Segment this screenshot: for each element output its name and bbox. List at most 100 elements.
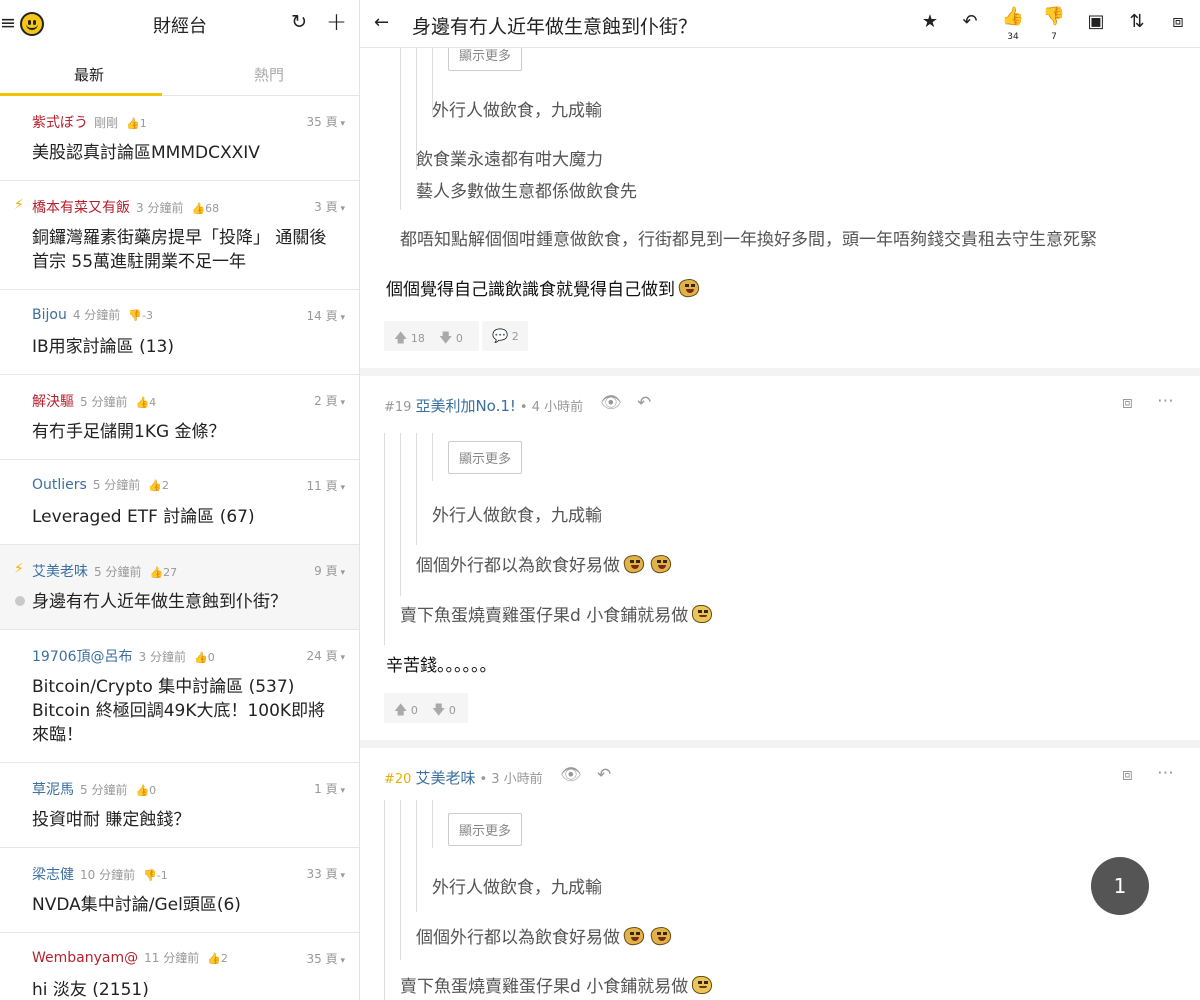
- thread-item[interactable]: ⚡ 橋本有菜又有飯 3 分鐘前 👍68 3 頁 銅鑼灣羅素街藥房提早「投降」 通關後…: [0, 181, 359, 290]
- thread-author[interactable]: 橋本有菜又有飯: [32, 200, 130, 216]
- post-author[interactable]: 亞美利加No.1!: [415, 397, 515, 415]
- reply-icon[interactable]: ↶: [597, 765, 611, 785]
- page-indicator-button[interactable]: 1: [1091, 857, 1149, 915]
- thread-pages[interactable]: 35 頁: [307, 113, 345, 130]
- thread-votes: 👍1: [126, 117, 147, 130]
- thumbs-down-icon[interactable]: 👎: [1042, 6, 1066, 27]
- more-options-icon[interactable]: ⋯: [1157, 391, 1174, 411]
- thread-author[interactable]: 紫式ぼう: [32, 115, 88, 131]
- thread-author[interactable]: Wembanyam@: [32, 950, 138, 966]
- thread-votes: 👍2: [148, 479, 169, 492]
- thread-pages[interactable]: 1 頁: [314, 780, 345, 797]
- thread-author[interactable]: Outliers: [32, 477, 87, 493]
- post-19: #19 亞美利加No.1! • 4 小時前 👁 ↶ ⧈ ⋯ 顯示更多 外行人做飲食，…: [360, 376, 1200, 740]
- quote-text: 都唔知點解個個咁鍾意做飲食，行街都見到一年換好多間，頭一年唔夠錢交貴租去守生意死…: [400, 230, 1097, 250]
- thread-title[interactable]: NVDA集中討論/Gel頭區(6): [32, 893, 341, 917]
- quote-text: 外行人做飲食，九成輸: [432, 101, 602, 121]
- thread-pages[interactable]: 11 頁: [307, 477, 345, 494]
- post-header: #20 艾美老味 • 3 小時前: [384, 767, 543, 788]
- thread-item[interactable]: 19706頂@呂布 3 分鐘前 👍0 24 頁 Bitcoin/Crypto 集中討…: [0, 630, 359, 763]
- reply-icon[interactable]: ↶: [637, 393, 651, 413]
- show-more-button[interactable]: 顯示更多: [448, 813, 523, 846]
- tab-bar: 最新 熱門: [0, 48, 359, 96]
- post-body: 辛苦錢。。。。。。: [386, 656, 497, 676]
- downvote-button[interactable]: 🡇 0: [439, 329, 463, 351]
- tab-hot[interactable]: 熱門: [188, 64, 350, 85]
- downvote-button[interactable]: 🡇 0: [432, 701, 456, 723]
- quote-level-1: [384, 433, 385, 645]
- upvote-button[interactable]: 🡅 0: [394, 701, 418, 723]
- thumbs-down-icon: 👎: [143, 869, 157, 882]
- thread-author[interactable]: Bijou: [32, 307, 67, 323]
- sort-icon[interactable]: ⇅: [1125, 11, 1149, 32]
- thread-item[interactable]: Outliers 5 分鐘前 👍2 11 頁 Leveraged ETF 討論區 (…: [0, 460, 359, 545]
- thread-pages[interactable]: 2 頁: [314, 392, 345, 409]
- thread-list: 紫式ぼう剛剛 👍1 35 頁 美股認真討論區MMMDCXXIV ⚡ 橋本有菜又有飯…: [0, 96, 359, 1000]
- thread-item[interactable]: Wembanyam@ 11 分鐘前 👍2 35 頁 hi 淡友 (2151): [0, 933, 359, 1000]
- thread-time: 剛剛: [94, 116, 119, 130]
- thread-title[interactable]: Bitcoin/Crypto 集中討論區 (537) Bitcoin 終極回調4…: [32, 675, 341, 747]
- thread-title[interactable]: 有冇手足儲開1KG 金條？: [32, 420, 341, 444]
- back-arrow-icon[interactable]: ←: [374, 12, 389, 33]
- thread-item[interactable]: Bijou 4 分鐘前 👎-3 14 頁 IB用家討論區 (13): [0, 290, 359, 375]
- thumbs-up-icon: 👍: [148, 479, 162, 492]
- laughing-emoji-icon: [621, 553, 647, 575]
- thread-pages[interactable]: 35 頁: [307, 950, 345, 967]
- thread-item[interactable]: 草泥馬 5 分鐘前 👍0 1 頁 投資咁耐 賺定蝕錢？: [0, 763, 359, 848]
- thumbs-up-icon[interactable]: 👍: [1001, 6, 1025, 27]
- thread-time: 4 分鐘前: [72, 308, 121, 322]
- quote-text: 個個外行都以為飲食好易做: [416, 923, 674, 948]
- post-header: #19 亞美利加No.1! • 4 小時前: [384, 395, 583, 416]
- thread-author[interactable]: 梁志健: [32, 867, 74, 883]
- thread-pages[interactable]: 3 頁: [314, 198, 345, 215]
- thread-title[interactable]: 美股認真討論區MMMDCXXIV: [32, 141, 341, 165]
- thread-title[interactable]: 身邊有冇人近年做生意蝕到仆街？: [32, 590, 341, 614]
- image-icon[interactable]: ▣: [1084, 11, 1108, 32]
- share-icon[interactable]: ⧈: [1122, 765, 1133, 785]
- thread-time: 5 分鐘前: [80, 783, 128, 797]
- thread-title[interactable]: 銅鑼灣羅素街藥房提早「投降」 通關後首宗 55萬進駐開業不足一年: [32, 226, 341, 274]
- thread-title[interactable]: IB用家討論區 (13): [32, 335, 341, 359]
- thread-item[interactable]: 解決驅 5 分鐘前 👍4 2 頁 有冇手足儲開1KG 金條？: [0, 375, 359, 460]
- thread-title[interactable]: Leveraged ETF 討論區 (67): [32, 505, 341, 529]
- thread-pages[interactable]: 24 頁: [307, 647, 345, 664]
- thread-votes: 👍2: [207, 952, 228, 965]
- share-icon[interactable]: ⧈: [1166, 11, 1190, 32]
- post-vote-bar: 🡅 0 🡇 0: [384, 693, 468, 723]
- thread-author[interactable]: 草泥馬: [32, 782, 74, 798]
- thread-pages[interactable]: 9 頁: [314, 562, 345, 579]
- post-author[interactable]: 艾美老味: [415, 769, 475, 787]
- eye-icon[interactable]: 👁: [560, 765, 582, 785]
- thread-author[interactable]: 解決驅: [32, 394, 74, 410]
- thumbs-up-icon: 👍: [191, 202, 206, 215]
- share-icon[interactable]: ⧈: [1122, 393, 1133, 413]
- quote-text: 外行人做飲食，九成輸: [432, 878, 602, 898]
- thread-author[interactable]: 艾美老味: [32, 564, 88, 580]
- upvote-button[interactable]: 🡅 18: [394, 329, 425, 351]
- quote-text: 個個外行都以為飲食好易做: [416, 551, 674, 576]
- thread-votes: 👍68: [191, 202, 220, 215]
- thread-item-active[interactable]: ⚡ 艾美老味 5 分鐘前 👍27 9 頁 身邊有冇人近年做生意蝕到仆街？: [0, 545, 359, 630]
- eye-icon[interactable]: 👁: [600, 393, 622, 413]
- thread-title[interactable]: hi 淡友 (2151): [32, 978, 341, 1000]
- quote-level-2: [400, 800, 401, 960]
- thread-author[interactable]: 19706頂@呂布: [32, 649, 133, 665]
- refresh-icon[interactable]: ↻: [291, 11, 307, 33]
- tab-latest[interactable]: 最新: [8, 64, 170, 85]
- comment-button[interactable]: 💬 2: [482, 321, 528, 351]
- more-options-icon[interactable]: ⋯: [1157, 763, 1174, 783]
- thumbs-up-icon: 👍: [135, 784, 150, 797]
- plus-icon[interactable]: +: [326, 7, 347, 36]
- reply-icon[interactable]: ↶: [958, 11, 982, 32]
- thread-pages[interactable]: 14 頁: [307, 307, 345, 324]
- thread-item[interactable]: 梁志健 10 分鐘前 👎-1 33 頁 NVDA集中討論/Gel頭區(6): [0, 848, 359, 933]
- thread-item[interactable]: 紫式ぼう剛剛 👍1 35 頁 美股認真討論區MMMDCXXIV: [0, 96, 359, 181]
- post-separator: [360, 368, 1200, 376]
- show-more-button[interactable]: 顯示更多: [448, 441, 523, 474]
- thread-title[interactable]: 投資咁耐 賺定蝕錢？: [32, 808, 341, 832]
- star-icon[interactable]: ★: [918, 11, 942, 32]
- thread-time: 10 分鐘前: [80, 868, 136, 882]
- laughing-emoji-icon: [648, 925, 674, 947]
- thread-pages[interactable]: 33 頁: [307, 865, 345, 882]
- thread-time: 3 分鐘前: [136, 201, 184, 215]
